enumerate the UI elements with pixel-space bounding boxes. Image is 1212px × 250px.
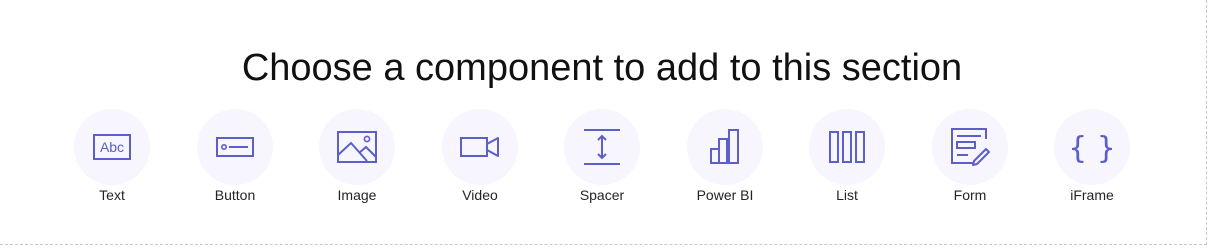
component-label: Form	[953, 187, 987, 203]
component-list-button[interactable]: List	[797, 109, 897, 209]
svg-text:Abc: Abc	[100, 139, 124, 155]
video-camera-icon	[460, 137, 499, 157]
component-picker: Abc Text Button Image Video Spacer Power…	[0, 109, 1204, 209]
component-label: Video	[462, 187, 498, 203]
component-label: iFrame	[1070, 187, 1114, 203]
component-icon-circle	[442, 109, 518, 185]
component-label: Button	[214, 187, 256, 203]
text-abc-icon: Abc	[93, 134, 131, 160]
component-iframe-button[interactable]: { } iFrame	[1042, 109, 1142, 209]
power-bi-icon	[710, 129, 739, 164]
component-icon-circle	[809, 109, 885, 185]
component-label: Power BI	[696, 187, 754, 203]
button-icon	[216, 137, 254, 157]
component-button-button[interactable]: Button	[185, 109, 285, 209]
component-label: Image	[337, 187, 377, 203]
component-icon-circle	[319, 109, 395, 185]
component-powerbi-button[interactable]: Power BI	[675, 109, 775, 209]
iframe-braces-icon: { }	[1072, 131, 1112, 166]
component-label: Text	[99, 187, 125, 203]
component-image-button[interactable]: Image	[307, 109, 407, 209]
component-spacer-button[interactable]: Spacer	[552, 109, 652, 209]
component-icon-circle	[197, 109, 273, 185]
component-icon-circle	[932, 109, 1008, 185]
component-icon-circle	[564, 109, 640, 185]
component-icon-circle: { }	[1054, 109, 1130, 185]
form-icon	[951, 128, 990, 166]
component-icon-circle	[687, 109, 763, 185]
component-video-button[interactable]: Video	[430, 109, 530, 209]
component-label: Spacer	[579, 187, 625, 203]
spacer-icon	[584, 129, 620, 165]
section-drop-zone: Choose a component to add to this sectio…	[0, 0, 1207, 245]
list-columns-icon	[829, 131, 865, 163]
component-form-button[interactable]: Form	[920, 109, 1020, 209]
component-label: List	[836, 187, 858, 203]
image-icon	[337, 131, 377, 163]
svg-text:{ }: { }	[1072, 131, 1112, 166]
section-heading: Choose a component to add to this sectio…	[241, 47, 963, 89]
component-icon-circle: Abc	[74, 109, 150, 185]
component-text-button[interactable]: Abc Text	[62, 109, 162, 209]
